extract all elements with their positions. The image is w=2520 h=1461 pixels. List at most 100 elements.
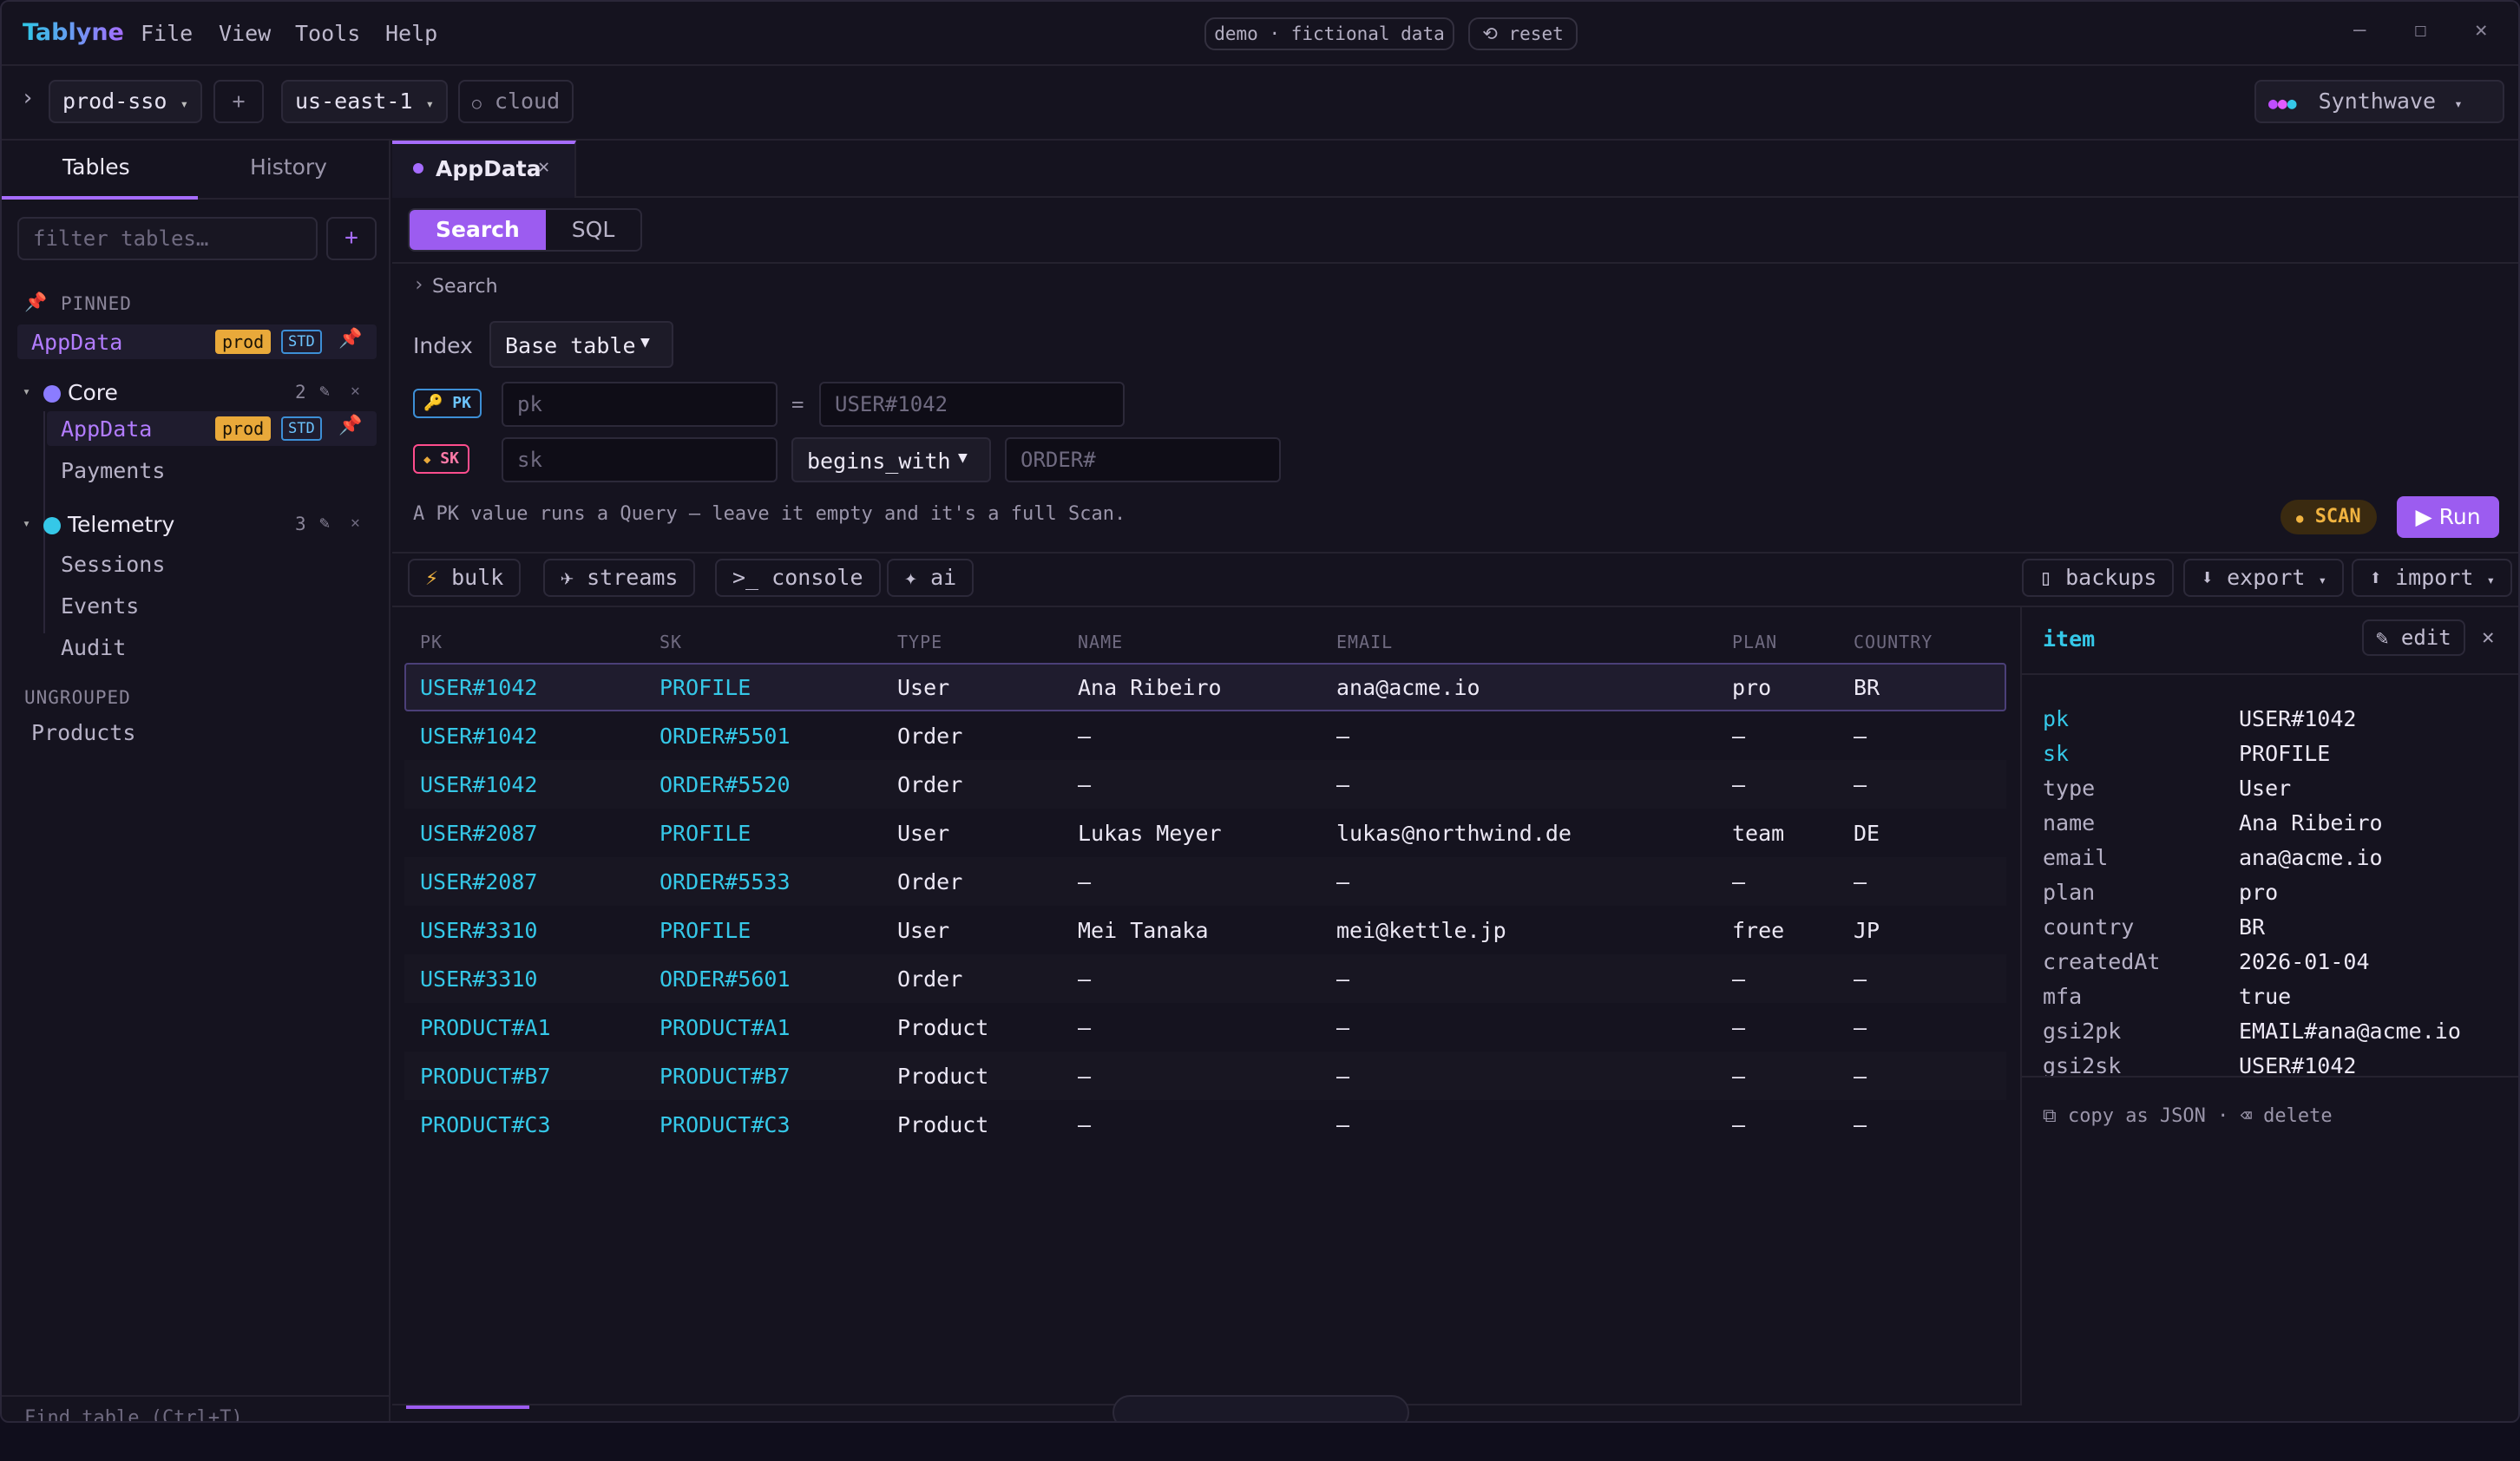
item-field-value[interactable]: pro [2239,880,2278,905]
item-panel-title: item [2043,626,2096,652]
caret-down-icon[interactable]: ▾ [23,383,30,399]
ai-button[interactable]: ✦ ai [887,559,975,597]
pin-icon[interactable]: 📌 [338,415,362,436]
filter-tables-input[interactable] [17,217,318,260]
streams-button[interactable]: ✈ streams [543,559,696,597]
sidebar-item-sessions[interactable]: Sessions [61,552,165,577]
close-tab-icon[interactable]: ✕ [538,156,549,178]
table-row[interactable]: USER#1042 ORDER#5501 Order — — — — [404,711,2006,760]
table-row[interactable]: USER#1042 PROFILE User Ana Ribeiro ana@acme.… [404,663,2006,711]
chevron-right-icon[interactable]: › [21,85,35,111]
column-header-pk[interactable]: PK [420,632,443,652]
tab-history[interactable]: History [250,154,327,180]
remove-group-icon[interactable]: ✕ [351,382,360,400]
column-header-country[interactable]: COUNTRY [1854,632,1933,652]
theme-selector[interactable]: ●●● Synthwave ▾ [2254,80,2504,123]
menu-view[interactable]: View [219,21,271,46]
group-core[interactable]: Core [68,380,118,405]
collapse-search-icon[interactable]: › [413,274,424,296]
menu-tools[interactable]: Tools [295,21,360,46]
menu-file[interactable]: File [141,21,193,46]
unpin-icon[interactable]: 📌 [338,328,362,350]
item-field-value[interactable]: true [2239,984,2291,1009]
item-field-value[interactable]: User [2239,776,2291,801]
sk-value-input[interactable] [1005,437,1281,482]
menu-help[interactable]: Help [385,21,437,46]
sidebar-item-audit[interactable]: Audit [61,635,126,660]
region-selector[interactable]: us-east-1 ▾ [281,80,449,123]
edit-item-button[interactable]: ✎ edit [2362,619,2465,656]
close-window-icon[interactable]: ✕ [2475,17,2487,42]
table-cell-country: — [1854,1064,1867,1089]
pk-value-input[interactable] [819,382,1125,427]
item-field-value[interactable]: BR [2239,914,2265,940]
add-table-button[interactable]: + [326,217,377,260]
item-field-value[interactable]: ana@acme.io [2239,845,2383,870]
cloud-toggle[interactable]: ○ cloud [458,80,574,123]
tab-appdata[interactable]: AppData ✕ [392,141,576,198]
table-row[interactable]: PRODUCT#A1 PRODUCT#A1 Product — — — — [404,1003,2006,1052]
bulk-button[interactable]: ⚡ bulk [408,559,522,597]
search-section-label[interactable]: Search [432,276,498,298]
edit-group-icon[interactable]: ✎ [319,380,330,401]
table-row[interactable]: PRODUCT#C3 PRODUCT#C3 Product — — — — [404,1100,2006,1149]
item-field-value[interactable]: EMAIL#ana@acme.io [2239,1019,2461,1044]
table-row[interactable]: USER#2087 ORDER#5533 Order — — — — [404,857,2006,906]
sidebar-item-payments[interactable]: Payments [61,458,165,483]
run-button[interactable]: ▶ Run [2397,496,2499,538]
maximize-icon[interactable]: ☐ [2414,17,2426,42]
minimize-icon[interactable]: — [2353,17,2366,42]
column-header-name[interactable]: NAME [1078,632,1123,652]
caret-down-icon[interactable]: ▾ [23,515,30,531]
column-header-type[interactable]: TYPE [897,632,942,652]
export-button[interactable]: ⬇ export ▾ [2183,559,2345,597]
reset-button[interactable]: ⟲ reset [1468,17,1578,50]
sidebar-item-products[interactable]: Products [31,720,135,745]
tab-tables[interactable]: Tables [62,154,130,180]
table-cell-plan: pro [1732,675,1772,700]
index-select[interactable]: Base table ▼ [489,321,673,368]
remove-group-icon[interactable]: ✕ [351,514,360,532]
archive-icon: ▯ [2039,565,2053,590]
table-cell-type: Order [897,966,963,992]
close-panel-icon[interactable]: ✕ [2482,625,2494,649]
floating-dock[interactable] [1112,1395,1409,1421]
key-icon: 🔑 [423,394,443,412]
table-row[interactable]: USER#1042 ORDER#5520 Order — — — — [404,760,2006,809]
table-row[interactable]: PRODUCT#B7 PRODUCT#B7 Product — — — — [404,1052,2006,1100]
copy-json-link[interactable]: copy as JSON [2068,1105,2206,1127]
group-color-dot [43,385,61,403]
scrollbar[interactable] [406,1405,529,1409]
table-row[interactable]: USER#3310 ORDER#5601 Order — — — — [404,954,2006,1003]
table-row[interactable]: USER#2087 PROFILE User Lukas Meyer lukas@nor… [404,809,2006,857]
item-field-value[interactable]: USER#1042 [2239,706,2356,731]
delete-item-link[interactable]: delete [2263,1105,2332,1127]
item-field-value[interactable]: PROFILE [2239,741,2330,766]
pk-attribute-input[interactable] [502,382,778,427]
add-profile-button[interactable]: + [213,80,264,123]
console-button[interactable]: >_ console [715,559,881,597]
column-header-email[interactable]: EMAIL [1336,632,1393,652]
group-telemetry[interactable]: Telemetry [68,512,174,537]
sidebar-item-events[interactable]: Events [61,593,139,619]
item-field-value[interactable]: USER#1042 [2239,1053,2356,1078]
column-header-plan[interactable]: PLAN [1732,632,1777,652]
import-button[interactable]: ⬆ import ▾ [2352,559,2513,597]
reset-icon: ⟲ [1482,23,1498,44]
mode-search-button[interactable]: Search [410,210,546,250]
mode-sql-button[interactable]: SQL [546,210,640,250]
sk-operator-select[interactable]: begins_with ▼ [791,437,991,482]
chevron-down-icon: ▼ [958,449,968,467]
item-field-value[interactable]: Ana Ribeiro [2239,810,2383,835]
profile-selector[interactable]: prod-sso ▾ [49,80,203,123]
sk-attribute-input[interactable] [502,437,778,482]
find-table-hint[interactable]: Find table (Ctrl+T) [24,1407,243,1421]
item-footer: ⧉ copy as JSON · ⌫ delete [2043,1105,2333,1127]
export-label: export [2227,565,2306,590]
backups-button[interactable]: ▯ backups [2022,559,2175,597]
edit-group-icon[interactable]: ✎ [319,512,330,533]
table-cell-email: — [1336,1112,1350,1137]
column-header-sk[interactable]: SK [660,632,682,652]
item-field-value[interactable]: 2026-01-04 [2239,949,2370,974]
table-row[interactable]: USER#3310 PROFILE User Mei Tanaka mei@kettle… [404,906,2006,954]
